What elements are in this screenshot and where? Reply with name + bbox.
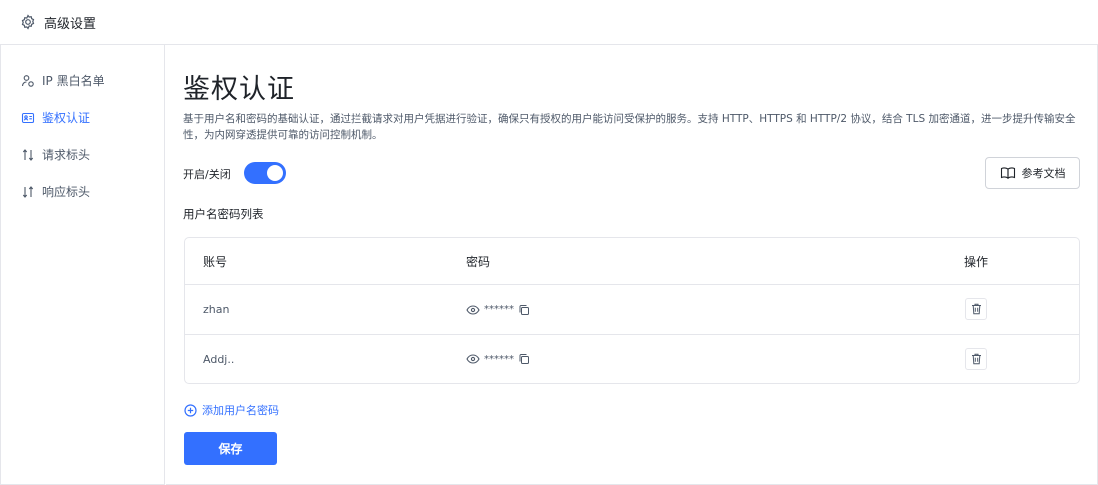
sidebar-item-auth[interactable]: 鉴权认证 xyxy=(1,99,164,136)
user-filter-icon xyxy=(21,74,35,88)
account-cell: zhan xyxy=(203,303,230,316)
sidebar-item-label: 请求标头 xyxy=(42,148,91,162)
main-content: 鉴权认证 基于用户名和密码的基础认证，通过拦截请求对用户凭据进行验证，确保只有授… xyxy=(166,45,1098,485)
header-account: 账号 xyxy=(203,254,228,269)
password-cell: ****** xyxy=(466,285,530,334)
sidebar-item-label: 响应标头 xyxy=(42,185,91,199)
credential-table: 账号 密码 操作 zhan ****** Addj.. ****** xyxy=(184,237,1080,384)
sidebar-item-ip-list[interactable]: IP 黑白名单 xyxy=(1,62,164,99)
sidebar-item-label: IP 黑白名单 xyxy=(42,74,105,88)
eye-icon[interactable] xyxy=(466,353,480,365)
sort-arrows-icon xyxy=(21,148,35,162)
id-card-icon xyxy=(21,111,35,125)
add-credential-label: 添加用户名密码 xyxy=(202,404,279,417)
account-cell: Addj.. xyxy=(203,352,235,366)
header-password: 密码 xyxy=(466,254,491,269)
header-title: 高级设置 xyxy=(44,16,97,32)
delete-button[interactable] xyxy=(965,348,987,370)
trash-icon xyxy=(971,350,982,369)
delete-button[interactable] xyxy=(965,298,987,320)
page-description: 基于用户名和密码的基础认证，通过拦截请求对用户凭据进行验证，确保只有授权的用户能… xyxy=(183,113,1076,141)
password-mask: ****** xyxy=(484,304,514,315)
toggle-label: 开启/关闭 xyxy=(183,168,231,181)
password-mask: ****** xyxy=(484,353,514,365)
sidebar-item-label: 鉴权认证 xyxy=(42,111,91,125)
table-row: Addj.. ****** xyxy=(185,335,1079,383)
trash-icon xyxy=(971,300,982,319)
book-icon xyxy=(1000,166,1016,180)
add-credential-link[interactable]: 添加用户名密码 xyxy=(184,402,279,418)
sidebar-item-request-headers[interactable]: 请求标头 xyxy=(1,136,164,173)
eye-icon[interactable] xyxy=(466,304,480,316)
copy-icon[interactable] xyxy=(518,353,530,365)
page-header: 高级设置 xyxy=(0,0,1098,45)
table-header-row: 账号 密码 操作 xyxy=(185,238,1079,285)
credential-list-title: 用户名密码列表 xyxy=(183,207,264,221)
reference-docs-button[interactable]: 参考文档 xyxy=(985,157,1080,189)
swap-arrows-icon xyxy=(21,185,35,199)
plus-circle-icon xyxy=(184,403,197,417)
password-cell: ****** xyxy=(466,335,530,383)
gear-icon xyxy=(20,14,36,30)
auth-toggle-switch[interactable] xyxy=(244,162,286,184)
copy-icon[interactable] xyxy=(518,304,530,316)
sidebar: IP 黑白名单 鉴权认证 请求标头 响应标头 xyxy=(0,45,165,485)
sidebar-item-response-headers[interactable]: 响应标头 xyxy=(1,173,164,210)
save-button[interactable]: 保存 xyxy=(184,432,277,465)
header-action: 操作 xyxy=(964,254,989,269)
reference-docs-label: 参考文档 xyxy=(1021,167,1066,180)
toggle-knob xyxy=(267,165,283,181)
table-row: zhan ****** xyxy=(185,285,1079,335)
page-title: 鉴权认证 xyxy=(183,74,295,105)
